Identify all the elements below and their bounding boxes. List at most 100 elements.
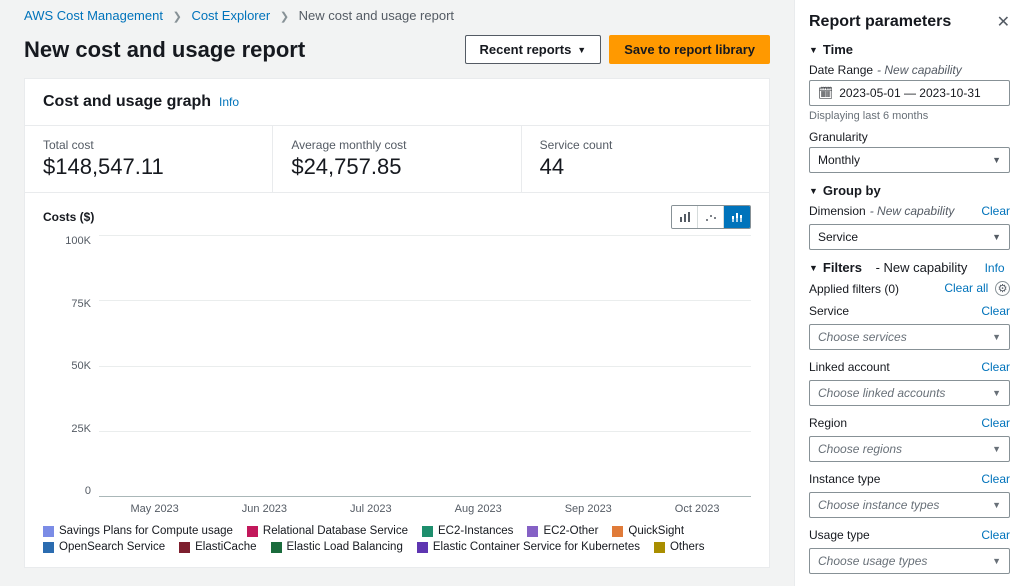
applied-filters-count: Applied filters (0) [809,282,899,296]
legend-label: Relational Database Service [263,525,408,537]
save-to-library-button[interactable]: Save to report library [609,35,770,64]
legend-item[interactable]: Elastic Container Service for Kubernetes [417,541,640,553]
legend-label: ElastiCache [195,541,256,553]
legend-item[interactable]: QuickSight [612,525,684,537]
legend-label: Elastic Load Balancing [287,541,403,553]
clear-all-filters[interactable]: Clear all [944,281,988,295]
gear-icon[interactable]: ⚙ [995,281,1010,296]
legend-label: QuickSight [628,525,684,537]
caret-down-icon: ▼ [992,388,1001,398]
y-tick: 50K [71,360,91,372]
caret-down-icon: ▼ [992,444,1001,454]
section-time[interactable]: ▼Time [809,42,1010,57]
y-tick: 0 [85,485,91,497]
legend-item[interactable]: Savings Plans for Compute usage [43,525,233,537]
granularity-label: Granularity [809,130,1010,144]
cost-usage-card: Cost and usage graph Info Total cost $14… [24,78,770,568]
legend-item[interactable]: Relational Database Service [247,525,408,537]
stat-service-count: Service count 44 [522,126,769,192]
legend-item[interactable]: OpenSearch Service [43,541,165,553]
x-tick: May 2023 [130,503,178,515]
stat-avg-cost: Average monthly cost $24,757.85 [273,126,521,192]
calendar-icon: 🗓 [818,86,833,100]
legend-swatch [654,542,665,553]
chart-type-toggle [671,205,751,229]
legend-item[interactable]: EC2-Instances [422,525,513,537]
recent-reports-button[interactable]: Recent reports ▼ [465,35,602,64]
filter-service-select[interactable]: Choose services▼ [809,324,1010,350]
legend-swatch [612,526,623,537]
chart-type-line[interactable] [698,206,724,228]
date-range-input[interactable]: 🗓 2023-05-01 — 2023-10-31 [809,80,1010,106]
legend-swatch [43,526,54,537]
legend-swatch [247,526,258,537]
y-tick: 75K [71,298,91,310]
x-tick: Oct 2023 [675,503,720,515]
caret-down-icon: ▼ [992,556,1001,566]
x-tick: Aug 2023 [455,503,502,515]
filter-usage-clear[interactable]: Clear [981,528,1010,542]
card-title: Cost and usage graph [43,93,211,111]
granularity-select[interactable]: Monthly▼ [809,147,1010,173]
legend-item[interactable]: Elastic Load Balancing [271,541,403,553]
section-filters[interactable]: ▼Filters - New capability Info [809,260,1010,275]
breadcrumb: AWS Cost Management ❯ Cost Explorer ❯ Ne… [0,0,794,31]
x-tick: Jul 2023 [350,503,392,515]
caret-down-icon: ▼ [577,45,586,55]
caret-down-icon: ▼ [992,332,1001,342]
chart-type-stacked[interactable] [724,206,750,228]
dimension-select[interactable]: Service▼ [809,224,1010,250]
dimension-label: Dimension- New capability [809,204,954,218]
date-range-label: Date Range- New capability [809,63,1010,77]
filter-region-select[interactable]: Choose regions▼ [809,436,1010,462]
legend-label: EC2-Other [543,525,598,537]
legend-swatch [422,526,433,537]
legend-label: Others [670,541,705,553]
legend-swatch [417,542,428,553]
filter-linked-clear[interactable]: Clear [981,360,1010,374]
side-panel-title: Report parameters [809,13,951,31]
x-tick: Jun 2023 [242,503,287,515]
chart-plot: 100K 75K 50K 25K 0 May 2023 Jun 2023 Jul 2023 A… [43,235,751,515]
filter-region-clear[interactable]: Clear [981,416,1010,430]
chevron-right-icon: ❯ [280,11,289,23]
caret-down-icon: ▼ [992,500,1001,510]
chart-type-bar[interactable] [672,206,698,228]
filter-instance-clear[interactable]: Clear [981,472,1010,486]
breadcrumb-current: New cost and usage report [299,8,454,23]
filter-usage-select[interactable]: Choose usage types▼ [809,548,1010,574]
legend-swatch [43,542,54,553]
legend-swatch [179,542,190,553]
caret-down-icon: ▼ [992,232,1001,242]
legend-swatch [271,542,282,553]
legend-item[interactable]: Others [654,541,705,553]
filters-info-link[interactable]: Info [985,261,1005,275]
chart-y-label: Costs ($) [43,210,94,224]
legend-label: OpenSearch Service [59,541,165,553]
info-link[interactable]: Info [219,95,239,109]
chevron-right-icon: ❯ [173,11,182,23]
x-tick: Sep 2023 [565,503,612,515]
breadcrumb-mid[interactable]: Cost Explorer [191,8,270,23]
filter-linked-select[interactable]: Choose linked accounts▼ [809,380,1010,406]
date-hint: Displaying last 6 months [809,110,1010,122]
filter-service-clear[interactable]: Clear [981,304,1010,318]
legend-label: EC2-Instances [438,525,513,537]
y-tick: 25K [71,423,91,435]
chart-legend: Savings Plans for Compute usage Relationa… [43,525,751,553]
dimension-clear[interactable]: Clear [981,204,1010,218]
breadcrumb-root[interactable]: AWS Cost Management [24,8,163,23]
section-groupby[interactable]: ▼Group by [809,183,1010,198]
legend-label: Savings Plans for Compute usage [59,525,233,537]
legend-item[interactable]: ElastiCache [179,541,256,553]
stat-total-cost: Total cost $148,547.11 [25,126,273,192]
legend-label: Elastic Container Service for Kubernetes [433,541,640,553]
legend-swatch [527,526,538,537]
legend-item[interactable]: EC2-Other [527,525,598,537]
page-title: New cost and usage report [24,37,305,63]
close-icon[interactable]: ✕ [997,12,1010,32]
y-tick: 100K [65,235,91,247]
filter-instance-select[interactable]: Choose instance types▼ [809,492,1010,518]
caret-down-icon: ▼ [992,155,1001,165]
report-parameters-panel: ‖ Report parameters ✕ ▼Time Date Range- … [794,0,1024,586]
